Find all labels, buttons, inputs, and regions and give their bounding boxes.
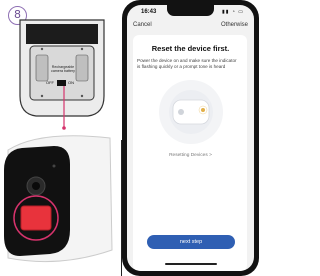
cancel-button[interactable]: Cancel: [133, 22, 152, 28]
resetting-devices-link[interactable]: Resetting Devices >: [127, 153, 254, 158]
wifi-icon: ◔: [231, 9, 236, 15]
battery-label-line2: camera battery: [51, 69, 75, 74]
instruction-text: Power the device on and make sure the in…: [137, 58, 237, 70]
phone-notch: [167, 5, 214, 16]
camera-illustration: [4, 19, 113, 263]
device-illustration: [159, 80, 223, 144]
switch-off-label: OFF: [46, 80, 54, 85]
signal-icon: ▮▮: [221, 9, 230, 15]
otherwise-button[interactable]: Otherwise: [221, 22, 248, 28]
status-icons: ▮▮ ◔ ▭: [222, 9, 244, 15]
page-title: Reset the device first.: [151, 44, 230, 53]
phone-frame: 16:43 ▮▮ ◔ ▭ Cancel Otherwise Reset the …: [122, 0, 259, 276]
battery-icon: ▭: [238, 9, 244, 15]
home-indicator: [165, 263, 217, 265]
camera-body: [4, 135, 113, 263]
battery-label: Rechargeable camera battery: [50, 65, 76, 74]
phone-screen: 16:43 ▮▮ ◔ ▭ Cancel Otherwise Reset the …: [127, 5, 254, 271]
switch-on-label: ON: [68, 80, 74, 85]
next-step-button[interactable]: next step: [147, 235, 235, 249]
status-time: 16:43: [141, 9, 157, 15]
